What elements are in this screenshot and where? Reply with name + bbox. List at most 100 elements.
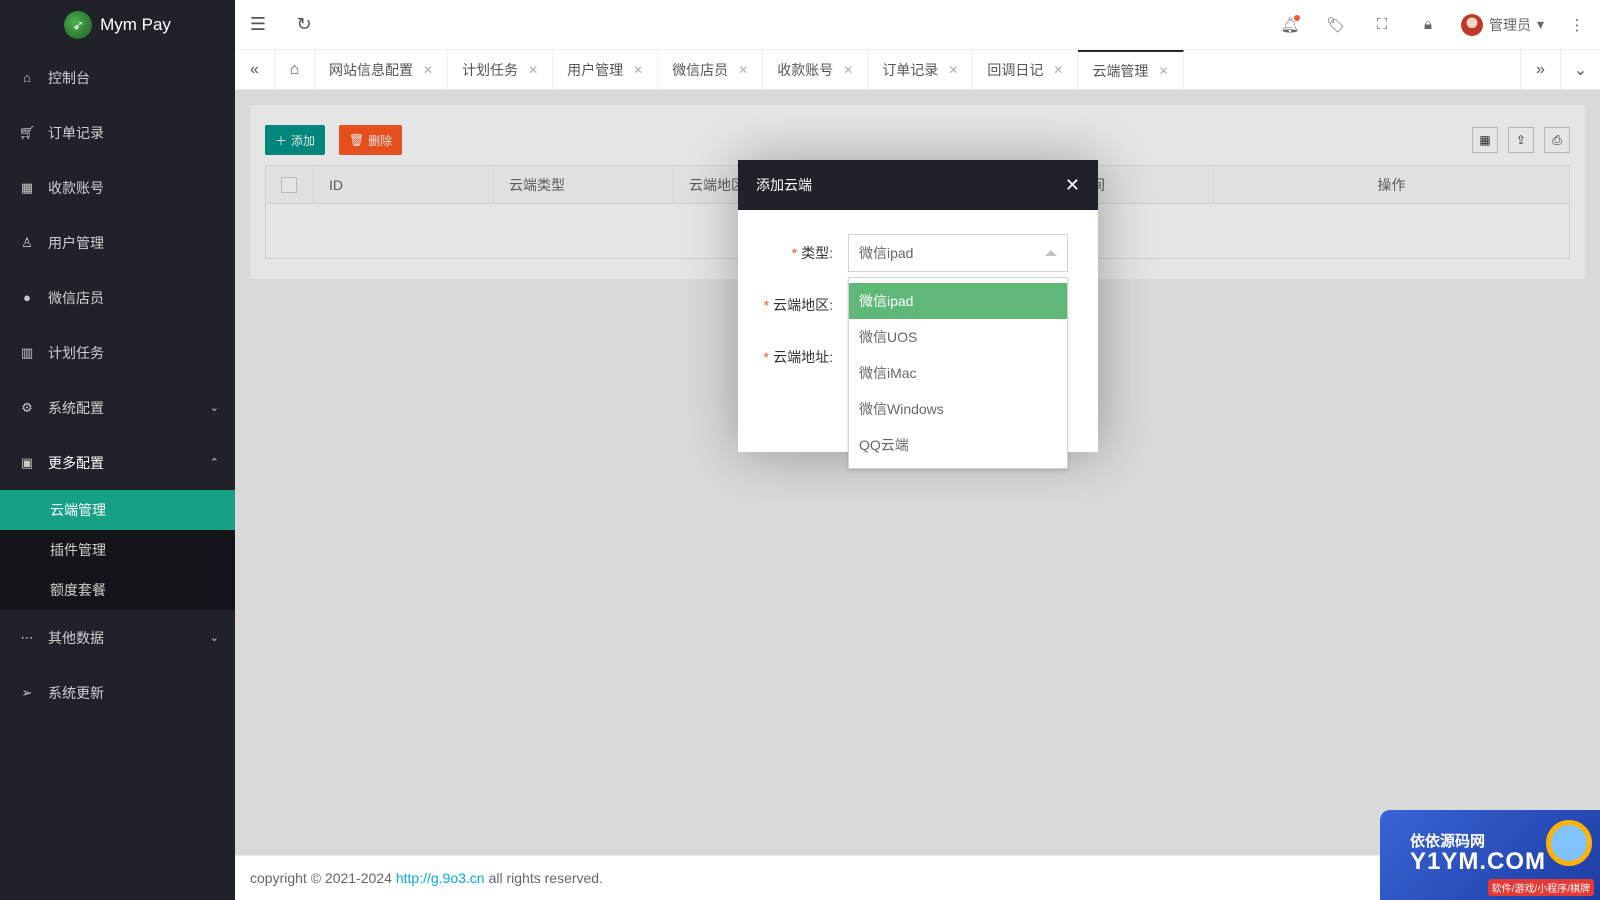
tab-users[interactable]: 用户管理 ✕ — [553, 50, 659, 89]
cart-icon: 🛒︎ — [18, 124, 36, 140]
sidebar-item-console[interactable]: ⌂ 控制台 — [0, 50, 235, 105]
rocket-logo-icon: ➶ — [64, 11, 93, 39]
sidebar-item-label: 系统更新 — [48, 684, 104, 701]
close-icon[interactable]: ✕ — [423, 63, 433, 77]
book-icon: ▥ — [20, 344, 34, 360]
sidebar-item-tasks[interactable]: ▥ 计划任务 — [0, 325, 235, 380]
sidebar-item-label: 控制台 — [48, 69, 90, 86]
type-label: * 类型: — [738, 243, 848, 263]
close-icon[interactable]: ✕ — [1158, 64, 1168, 78]
sidebar-item-other-data[interactable]: ⋯ 其他数据 ⌄ — [0, 610, 235, 665]
type-select-value: 微信ipad — [859, 245, 914, 261]
submenu-more-config: 云端管理 插件管理 额度套餐 — [0, 490, 235, 610]
chevron-up-icon: ⌃ — [209, 457, 219, 469]
close-icon[interactable]: ✕ — [738, 63, 748, 77]
option-wechat-uos[interactable]: 微信UOS — [849, 319, 1067, 355]
close-icon[interactable]: ✕ — [1053, 63, 1063, 77]
sidebar-item-label: 更多配置 — [48, 454, 104, 471]
close-icon[interactable]: ✕ — [843, 63, 853, 77]
lock-icon[interactable]: 🔒︎ — [1405, 0, 1451, 49]
top-header: ☰ ↻ 🔔︎ 🏷︎ ⛶ 🔒︎ 管理员 ▾ ⋮ — [235, 0, 1600, 50]
sidebar-subitem-quota[interactable]: 额度套餐 — [0, 570, 235, 610]
tab-accounts[interactable]: 收款账号 ✕ — [763, 50, 869, 89]
tab-label: 收款账号 — [777, 61, 834, 78]
footer-link[interactable]: http://g.9o3.cn — [396, 870, 485, 886]
more-icon: ⋯ — [20, 629, 34, 645]
close-icon[interactable]: ✕ — [528, 63, 538, 77]
page-tabs: « ⌂ 网站信息配置 ✕ 计划任务 ✕ 用户管理 ✕ 微信店员 ✕ 收款账号 ✕ 订单记录… — [235, 50, 1600, 90]
tab-callback-log[interactable]: 回调日记 ✕ — [973, 50, 1079, 89]
tabs-next-icon[interactable]: » — [1520, 50, 1560, 89]
tab-wechat-staff[interactable]: 微信店员 ✕ — [658, 50, 764, 89]
send-icon: ➢ — [21, 684, 33, 700]
avatar — [1460, 13, 1483, 36]
sidebar-item-label: 订单记录 — [48, 124, 104, 141]
magnifier-icon — [1546, 820, 1592, 866]
sidebar-subitem-plugins[interactable]: 插件管理 — [0, 530, 235, 570]
tab-orders[interactable]: 订单记录 ✕ — [868, 50, 974, 89]
sidebar-item-system-config[interactable]: ⚙ 系统配置 ⌄ — [0, 380, 235, 435]
sidebar-item-update[interactable]: ➢ 系统更新 — [0, 665, 235, 720]
tab-label: 云端管理 — [1092, 62, 1149, 79]
type-select[interactable]: 微信ipad — [848, 234, 1068, 272]
copyright-text: copyright © 2021-2024 — [250, 870, 392, 886]
tab-label: 计划任务 — [462, 61, 519, 78]
notification-dot — [1293, 15, 1300, 21]
chevron-down-icon: ⌄ — [209, 402, 219, 414]
option-wechat-ipad[interactable]: 微信ipad — [849, 283, 1067, 319]
tab-site-config[interactable]: 网站信息配置 ✕ — [315, 50, 449, 89]
sidebar: ➶ Mym Pay ⌂ 控制台 🛒︎ 订单记录 ▦ 收款账号 ♙ 用户管理 ● … — [0, 0, 235, 900]
dialog-header: 添加云端 ✕ — [738, 160, 1098, 210]
close-icon[interactable]: ✕ — [1065, 175, 1080, 196]
gear-icon: ⚙ — [21, 399, 33, 415]
watermark-line3: 软件/游戏/小程序/棋牌 — [1487, 879, 1594, 896]
sidebar-item-label: 计划任务 — [48, 344, 104, 361]
user-icon: ♙ — [21, 234, 33, 250]
option-qq-cloud[interactable]: QQ云端 — [849, 427, 1067, 463]
home-tab-icon[interactable]: ⌂ — [275, 50, 315, 89]
tab-label: 用户管理 — [567, 61, 624, 78]
tag-icon[interactable]: 🏷︎ — [1313, 0, 1359, 49]
grid-icon: ▣ — [20, 454, 34, 470]
close-icon[interactable]: ✕ — [633, 63, 643, 77]
region-label: * 云端地区: — [738, 295, 848, 315]
sidebar-subitem-cloud[interactable]: 云端管理 — [0, 490, 235, 530]
sidebar-item-accounts[interactable]: ▦ 收款账号 — [0, 160, 235, 215]
required-mark: * — [791, 245, 798, 261]
menu-toggle-icon[interactable]: ☰ — [235, 14, 281, 35]
close-icon[interactable]: ✕ — [948, 63, 958, 77]
sidebar-item-wechat-staff[interactable]: ● 微信店员 — [0, 270, 235, 325]
more-vertical-icon[interactable]: ⋮ — [1554, 0, 1600, 49]
form-row-type: * 类型: 微信ipad — [738, 234, 1098, 272]
sidebar-item-label: 系统配置 — [48, 399, 104, 416]
required-mark: * — [763, 349, 770, 365]
fullscreen-icon[interactable]: ⛶ — [1359, 0, 1405, 49]
tab-label: 网站信息配置 — [329, 61, 413, 78]
watermark-logo: 依依源码网 Y1YM.COM 软件/游戏/小程序/棋牌 — [1380, 810, 1600, 900]
user-name: 管理员 — [1488, 16, 1531, 33]
sidebar-item-label: 用户管理 — [48, 234, 104, 251]
bell-icon[interactable]: 🔔︎ — [1267, 0, 1313, 49]
rights-text: all rights reserved. — [488, 870, 603, 886]
watermark-line2: Y1YM.COM — [1410, 848, 1547, 875]
refresh-icon[interactable]: ↻ — [281, 14, 327, 35]
sidebar-item-orders[interactable]: 🛒︎ 订单记录 — [0, 105, 235, 160]
user-menu[interactable]: 管理员 ▾ — [1451, 13, 1554, 36]
caret-up-icon — [1045, 250, 1057, 256]
required-mark: * — [763, 297, 770, 313]
option-wechat-windows[interactable]: 微信Windows — [849, 391, 1067, 427]
home-icon: ⌂ — [23, 70, 31, 85]
sidebar-item-users[interactable]: ♙ 用户管理 — [0, 215, 235, 270]
tab-cloud[interactable]: 云端管理 ✕ — [1078, 50, 1184, 89]
address-label: * 云端地址: — [738, 347, 848, 367]
dialog-title: 添加云端 — [756, 177, 812, 193]
tabs-right-controls: » ⌄ — [1520, 50, 1600, 89]
sidebar-item-more-config[interactable]: ▣ 更多配置 ⌃ — [0, 435, 235, 490]
option-wechat-imac[interactable]: 微信iMac — [849, 355, 1067, 391]
apps-icon: ▦ — [20, 179, 34, 195]
tab-tasks[interactable]: 计划任务 ✕ — [448, 50, 554, 89]
logo[interactable]: ➶ Mym Pay — [0, 0, 235, 50]
header-actions: 🔔︎ 🏷︎ ⛶ 🔒︎ 管理员 ▾ ⋮ — [1267, 0, 1600, 49]
tabs-prev-icon[interactable]: « — [235, 50, 275, 89]
tabs-menu-chevron-icon[interactable]: ⌄ — [1560, 50, 1600, 89]
